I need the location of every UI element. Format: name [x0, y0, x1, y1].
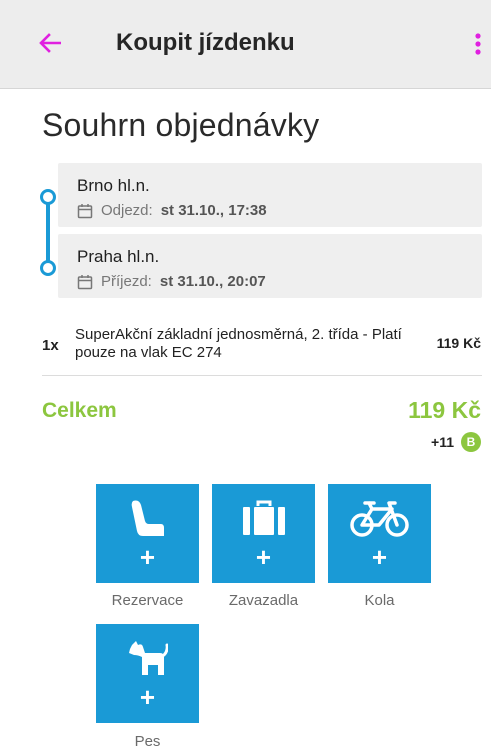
reservation-label: Rezervace [111, 592, 184, 609]
plus-icon: + [371, 542, 388, 572]
bonus-badge-icon: B [461, 432, 481, 452]
arrival-label: Příjezd: [101, 273, 152, 290]
departure-label: Odjezd: [101, 202, 153, 219]
dog-label: Pes [134, 733, 161, 750]
add-bicycle-button[interactable]: + [328, 484, 431, 583]
total-value: 119 Kč [408, 397, 481, 423]
arrival-time: st 31.10., 20:07 [159, 273, 266, 290]
app-bar: Koupit jízdenku [0, 0, 491, 89]
bicycle-icon [349, 501, 409, 537]
arrival-dot [40, 260, 56, 276]
arrival-card: Praha hl.n. Příjezd: st 31.10., 20:07 [58, 234, 482, 298]
more-vert-icon [475, 33, 481, 55]
ticket-quantity: 1x [42, 337, 59, 354]
ticket-price: 119 Kč [436, 335, 481, 351]
bicycle-label: Kola [364, 592, 395, 609]
ticket-description: SuperAkční základní jednosměrná, 2. tříd… [75, 326, 402, 361]
route-line [46, 200, 50, 268]
departure-station: Brno hl.n. [77, 176, 150, 195]
bonus-points: +11 B [431, 432, 481, 452]
app-root: Koupit jízdenku Souhrn objednávky Brno h… [0, 0, 491, 753]
seat-icon [131, 500, 164, 536]
add-dog-button[interactable]: + [96, 624, 199, 723]
departure-time-row: Odjezd: st 31.10., 17:38 [77, 202, 267, 219]
arrow-left-icon [39, 33, 61, 53]
calendar-icon [77, 274, 93, 289]
bonus-points-value: +11 [431, 434, 454, 450]
add-reservation-button[interactable]: + [96, 484, 199, 583]
departure-time: st 31.10., 17:38 [160, 202, 267, 219]
divider [42, 375, 482, 376]
calendar-icon [77, 203, 93, 218]
luggage-label: Zavazadla [228, 592, 299, 609]
back-button[interactable] [34, 27, 66, 59]
departure-dot [40, 189, 56, 205]
page-title: Koupit jízdenku [116, 29, 295, 56]
arrival-time-row: Příjezd: st 31.10., 20:07 [77, 273, 266, 290]
plus-icon: + [139, 542, 156, 572]
departure-card: Brno hl.n. Odjezd: st 31.10., 17:38 [58, 163, 482, 227]
add-luggage-button[interactable]: + [212, 484, 315, 583]
luggage-icon [242, 500, 285, 535]
plus-icon: + [255, 542, 272, 572]
plus-icon: + [139, 682, 156, 712]
overflow-menu-button[interactable] [468, 28, 488, 60]
arrival-station: Praha hl.n. [77, 247, 160, 266]
total-label: Celkem [42, 399, 117, 422]
dog-icon [128, 641, 168, 675]
summary-heading: Souhrn objednávky [42, 107, 320, 143]
